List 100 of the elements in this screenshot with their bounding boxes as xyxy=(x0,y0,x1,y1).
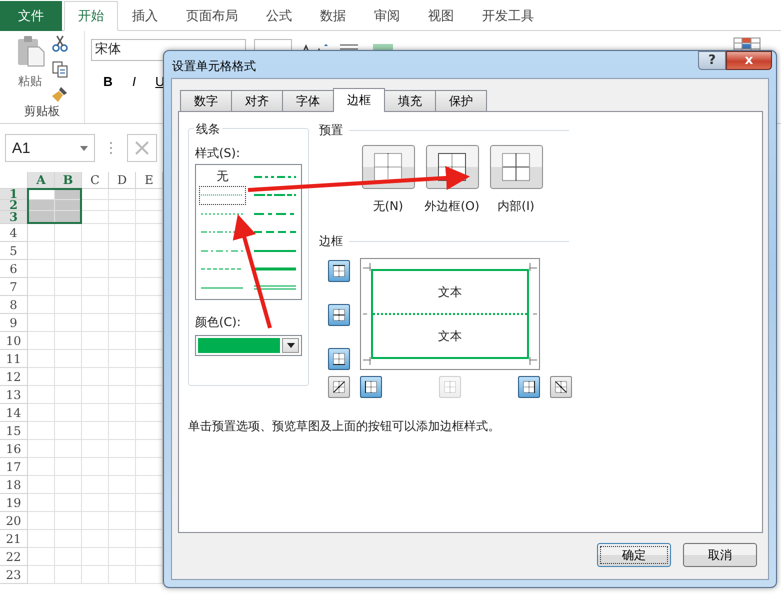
dialog-button[interactable]: 确定 xyxy=(597,543,671,567)
help-button[interactable]: ? xyxy=(698,51,726,70)
row-header[interactable]: 19 xyxy=(0,494,28,512)
row-header[interactable]: 13 xyxy=(0,386,28,404)
border-toggle-button[interactable] xyxy=(328,348,350,370)
preset-button[interactable] xyxy=(362,145,414,189)
name-box[interactable]: A1 xyxy=(5,134,95,162)
table-cell xyxy=(109,404,136,422)
row-header[interactable]: 18 xyxy=(0,476,28,494)
column-header[interactable]: A xyxy=(28,172,55,189)
preset-label: 无(N) xyxy=(372,198,404,215)
dialog-tab[interactable]: 对齐 xyxy=(231,90,283,111)
row-header[interactable]: 6 xyxy=(0,260,28,278)
paste-label[interactable]: 粘贴 xyxy=(18,73,42,90)
table-cell xyxy=(28,314,55,332)
line-style-option[interactable] xyxy=(199,186,246,204)
border-toggle-button[interactable] xyxy=(550,376,572,398)
dialog-tab[interactable]: 保护 xyxy=(435,90,487,111)
ribbon-tab[interactable]: 文件 xyxy=(0,1,62,31)
border-toggle-button[interactable] xyxy=(328,376,350,398)
row-header[interactable]: 10 xyxy=(0,332,28,350)
ribbon-tab[interactable]: 开始 xyxy=(64,1,118,31)
ribbon-tab[interactable]: 插入 xyxy=(118,1,172,31)
dialog-tab[interactable]: 填充 xyxy=(384,90,436,111)
table-cell xyxy=(55,566,82,584)
table-cell xyxy=(82,512,109,530)
table-cell xyxy=(109,278,136,296)
row-header[interactable]: 12 xyxy=(0,368,28,386)
column-header[interactable]: D xyxy=(109,172,136,189)
row-header[interactable]: 22 xyxy=(0,548,28,566)
table-cell xyxy=(109,566,136,584)
table-cell xyxy=(82,422,109,440)
column-header[interactable]: C xyxy=(82,172,109,189)
scissors-icon[interactable] xyxy=(51,35,69,53)
table-cell xyxy=(82,476,109,494)
border-toggle-button[interactable] xyxy=(518,376,540,398)
dialog-tab[interactable]: 数字 xyxy=(180,90,232,111)
column-header[interactable]: E xyxy=(136,172,163,189)
table-cell xyxy=(55,332,82,350)
row-header[interactable]: 3 xyxy=(0,211,28,224)
row-header[interactable]: 17 xyxy=(0,458,28,476)
table-cell xyxy=(28,512,55,530)
border-toggle-button[interactable] xyxy=(328,260,350,282)
line-style-list[interactable]: 无 xyxy=(195,164,302,300)
table-cell xyxy=(55,224,82,242)
brush-icon[interactable] xyxy=(51,85,69,103)
window-title: 设置单元格格式 xyxy=(172,58,256,75)
italic-button[interactable]: I xyxy=(123,73,145,90)
row-header[interactable]: 16 xyxy=(0,440,28,458)
row-header[interactable]: 8 xyxy=(0,296,28,314)
border-toggle-button[interactable] xyxy=(328,304,350,326)
row-header[interactable]: 23 xyxy=(0,566,28,584)
close-icon xyxy=(134,140,150,156)
table-cell xyxy=(82,530,109,548)
border-icon xyxy=(331,379,347,395)
preset-label: 内部(I) xyxy=(498,198,534,215)
table-cell xyxy=(55,440,82,458)
border-icon xyxy=(331,263,347,279)
paste-icon[interactable] xyxy=(15,35,45,67)
table-cell xyxy=(82,548,109,566)
table-cell xyxy=(109,458,136,476)
border-icon xyxy=(521,379,537,395)
table-cell xyxy=(28,476,55,494)
dialog-button[interactable]: 取消 xyxy=(683,543,757,567)
color-dropdown[interactable] xyxy=(195,335,302,356)
border-toggle-button[interactable] xyxy=(360,376,382,398)
row-header[interactable]: 1 xyxy=(0,189,28,200)
row-header[interactable]: 15 xyxy=(0,422,28,440)
row-header[interactable]: 2 xyxy=(0,200,28,211)
row-header[interactable]: 4 xyxy=(0,224,28,242)
copy-icon[interactable] xyxy=(51,60,69,78)
ribbon-tab[interactable]: 开发工具 xyxy=(468,1,548,31)
border-icon xyxy=(442,379,458,395)
border-preview[interactable]: 文本 文本 xyxy=(360,258,540,370)
row-header[interactable]: 11 xyxy=(0,350,28,368)
row-header[interactable]: 20 xyxy=(0,512,28,530)
ribbon-tab[interactable]: 公式 xyxy=(252,1,306,31)
ribbon-tab[interactable]: 数据 xyxy=(306,1,360,31)
dialog-tab[interactable]: 边框 xyxy=(333,88,385,112)
close-button[interactable]: x xyxy=(726,51,772,70)
row-header[interactable]: 21 xyxy=(0,530,28,548)
dialog-tab[interactable]: 字体 xyxy=(282,90,334,111)
table-cell xyxy=(82,278,109,296)
table-cell xyxy=(28,458,55,476)
ribbon-tab[interactable]: 视图 xyxy=(414,1,468,31)
row-header[interactable]: 5 xyxy=(0,242,28,260)
table-cell xyxy=(28,350,55,368)
table-cell xyxy=(28,530,55,548)
row-header[interactable]: 9 xyxy=(0,314,28,332)
ribbon-tab[interactable]: 页面布局 xyxy=(172,1,252,31)
preset-button[interactable] xyxy=(490,145,542,189)
bold-button[interactable]: B xyxy=(97,73,119,90)
ribbon-tab[interactable]: 审阅 xyxy=(360,1,414,31)
row-header[interactable]: 7 xyxy=(0,278,28,296)
line-style-option[interactable]: 无 xyxy=(199,167,246,186)
column-header[interactable]: B xyxy=(55,172,82,189)
table-cell xyxy=(55,422,82,440)
table-cell xyxy=(109,189,136,200)
row-header[interactable]: 14 xyxy=(0,404,28,422)
border-icon xyxy=(363,379,379,395)
